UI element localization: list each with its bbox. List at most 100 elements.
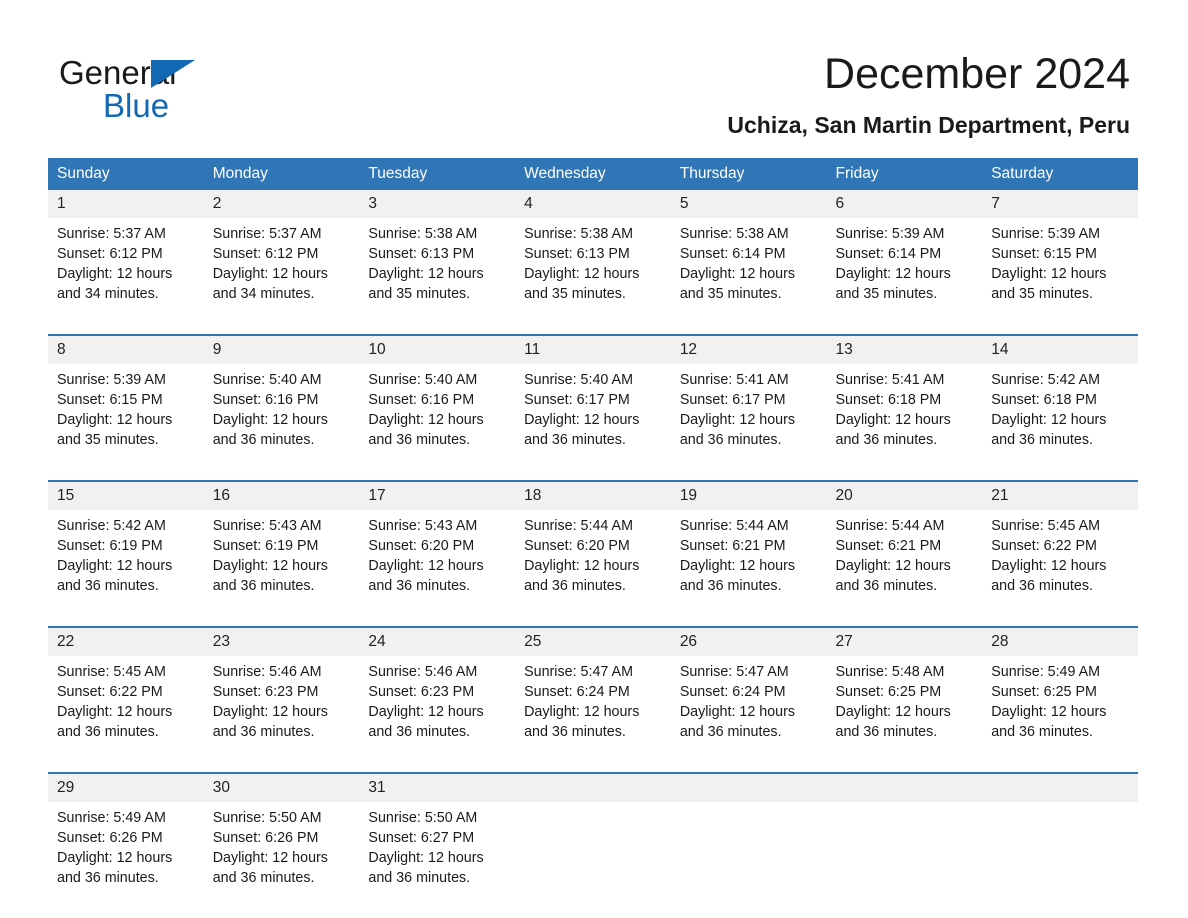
day-number[interactable]: 2 [203, 190, 360, 218]
day-number[interactable]: 31 [359, 772, 516, 802]
day-number[interactable]: 3 [359, 190, 516, 218]
day-cell: Sunrise: 5:39 AM Sunset: 6:15 PM Dayligh… [48, 364, 204, 481]
daylight-text-line1: Daylight: 12 hours [679, 558, 796, 574]
day-number[interactable]: 12 [670, 334, 827, 364]
title-block: December 2024 Uchiza, San Martin Departm… [727, 48, 1130, 140]
day-number[interactable]: 28 [982, 626, 1138, 656]
daylight-text-line2: and 35 minutes. [835, 286, 938, 302]
day-cell: Sunrise: 5:44 AM Sunset: 6:20 PM Dayligh… [515, 510, 671, 627]
day-number[interactable]: 29 [48, 772, 204, 802]
week-1-info-row: Sunrise: 5:37 AM Sunset: 6:12 PM Dayligh… [48, 218, 1138, 335]
daylight-text-line2: and 35 minutes. [679, 286, 782, 302]
daylight-text-line2: and 36 minutes. [991, 578, 1093, 594]
day-cell: Sunrise: 5:39 AM Sunset: 6:15 PM Dayligh… [982, 218, 1138, 335]
day-number[interactable]: 30 [203, 772, 360, 802]
day-number[interactable]: 16 [203, 480, 360, 510]
daylight-text-line2: and 36 minutes. [212, 578, 315, 594]
sunset-text: Sunset: 6:17 PM [679, 392, 786, 408]
empty-day-cell [515, 802, 671, 918]
daylight-text-line2: and 36 minutes. [368, 578, 471, 594]
sunrise-text: Sunrise: 5:39 AM [57, 372, 166, 388]
day-number[interactable]: 13 [826, 334, 983, 364]
day-number[interactable]: 15 [48, 480, 204, 510]
sunset-text: Sunset: 6:19 PM [57, 538, 163, 554]
day-number[interactable]: 9 [203, 334, 360, 364]
day-number[interactable]: 24 [359, 626, 516, 656]
day-number[interactable]: 4 [515, 190, 671, 218]
daylight-text-line1: Daylight: 12 hours [524, 412, 640, 428]
day-number[interactable]: 18 [515, 480, 671, 510]
daylight-text-line2: and 36 minutes. [57, 578, 159, 594]
day-number[interactable]: 20 [826, 480, 983, 510]
daylight-text-line1: Daylight: 12 hours [368, 558, 484, 574]
week-3-date-row: 15 16 17 18 19 20 21 [48, 480, 1138, 510]
sunrise-text: Sunrise: 5:44 AM [524, 518, 633, 534]
day-number[interactable]: 1 [48, 190, 204, 218]
daylight-text-line2: and 36 minutes. [57, 870, 159, 886]
sunset-text: Sunset: 6:14 PM [835, 246, 942, 262]
day-cell: Sunrise: 5:41 AM Sunset: 6:17 PM Dayligh… [670, 364, 827, 481]
daylight-text-line1: Daylight: 12 hours [368, 850, 484, 866]
day-number[interactable]: 21 [982, 480, 1138, 510]
calendar-header-row: Sunday Monday Tuesday Wednesday Thursday… [48, 158, 1138, 190]
sunset-text: Sunset: 6:25 PM [991, 684, 1097, 700]
daylight-text-line1: Daylight: 12 hours [212, 266, 328, 282]
day-number[interactable]: 23 [203, 626, 360, 656]
sunset-text: Sunset: 6:22 PM [991, 538, 1097, 554]
daylight-text-line1: Daylight: 12 hours [991, 704, 1107, 720]
weekday-header-tuesday: Tuesday [359, 158, 516, 190]
day-number[interactable]: 5 [670, 190, 827, 218]
week-3-info-row: Sunrise: 5:42 AM Sunset: 6:19 PM Dayligh… [48, 510, 1138, 627]
daylight-text-line2: and 36 minutes. [679, 578, 782, 594]
sunrise-text: Sunrise: 5:39 AM [991, 226, 1101, 242]
daylight-text-line2: and 36 minutes. [679, 724, 782, 740]
daylight-text-line2: and 36 minutes. [991, 432, 1093, 448]
day-cell: Sunrise: 5:47 AM Sunset: 6:24 PM Dayligh… [515, 656, 671, 773]
sunrise-text: Sunrise: 5:46 AM [212, 664, 322, 680]
page-title: December 2024 [824, 50, 1130, 98]
day-number[interactable]: 6 [826, 190, 983, 218]
day-number[interactable]: 25 [515, 626, 671, 656]
day-cell: Sunrise: 5:50 AM Sunset: 6:26 PM Dayligh… [203, 802, 360, 918]
day-number[interactable]: 17 [359, 480, 516, 510]
day-cell: Sunrise: 5:37 AM Sunset: 6:12 PM Dayligh… [48, 218, 204, 335]
day-cell: Sunrise: 5:43 AM Sunset: 6:20 PM Dayligh… [359, 510, 516, 627]
sunrise-text: Sunrise: 5:47 AM [679, 664, 789, 680]
day-number[interactable]: 7 [982, 190, 1138, 218]
daylight-text-line1: Daylight: 12 hours [57, 558, 173, 574]
day-cell: Sunrise: 5:37 AM Sunset: 6:12 PM Dayligh… [203, 218, 360, 335]
sunset-text: Sunset: 6:20 PM [368, 538, 475, 554]
day-number[interactable]: 8 [48, 334, 204, 364]
sunset-text: Sunset: 6:24 PM [679, 684, 786, 700]
day-cell: Sunrise: 5:45 AM Sunset: 6:22 PM Dayligh… [982, 510, 1138, 627]
day-number[interactable]: 27 [826, 626, 983, 656]
day-number[interactable]: 26 [670, 626, 827, 656]
daylight-text-line2: and 36 minutes. [368, 724, 471, 740]
daylight-text-line2: and 36 minutes. [679, 432, 782, 448]
weekday-header-thursday: Thursday [670, 158, 827, 190]
day-cell: Sunrise: 5:44 AM Sunset: 6:21 PM Dayligh… [826, 510, 983, 627]
sunrise-text: Sunrise: 5:38 AM [368, 226, 478, 242]
day-number[interactable]: 19 [670, 480, 827, 510]
daylight-text-line1: Daylight: 12 hours [57, 412, 173, 428]
day-cell: Sunrise: 5:46 AM Sunset: 6:23 PM Dayligh… [359, 656, 516, 773]
sunrise-text: Sunrise: 5:49 AM [991, 664, 1101, 680]
sunrise-text: Sunrise: 5:44 AM [835, 518, 945, 534]
daylight-text-line1: Daylight: 12 hours [57, 850, 173, 866]
daylight-text-line1: Daylight: 12 hours [212, 412, 328, 428]
day-number[interactable]: 10 [359, 334, 516, 364]
general-blue-logo: General Blue [59, 55, 259, 125]
day-number[interactable]: 22 [48, 626, 204, 656]
daylight-text-line1: Daylight: 12 hours [524, 266, 640, 282]
day-cell: Sunrise: 5:42 AM Sunset: 6:18 PM Dayligh… [982, 364, 1138, 481]
daylight-text-line2: and 36 minutes. [991, 724, 1093, 740]
daylight-text-line1: Daylight: 12 hours [679, 704, 796, 720]
day-number[interactable]: 11 [515, 334, 671, 364]
day-cell: Sunrise: 5:50 AM Sunset: 6:27 PM Dayligh… [359, 802, 516, 918]
sunset-text: Sunset: 6:13 PM [524, 246, 630, 262]
sunset-text: Sunset: 6:25 PM [835, 684, 942, 700]
day-cell: Sunrise: 5:49 AM Sunset: 6:26 PM Dayligh… [48, 802, 204, 918]
sunset-text: Sunset: 6:16 PM [368, 392, 475, 408]
empty-day-cell [670, 802, 827, 918]
day-number[interactable]: 14 [982, 334, 1138, 364]
